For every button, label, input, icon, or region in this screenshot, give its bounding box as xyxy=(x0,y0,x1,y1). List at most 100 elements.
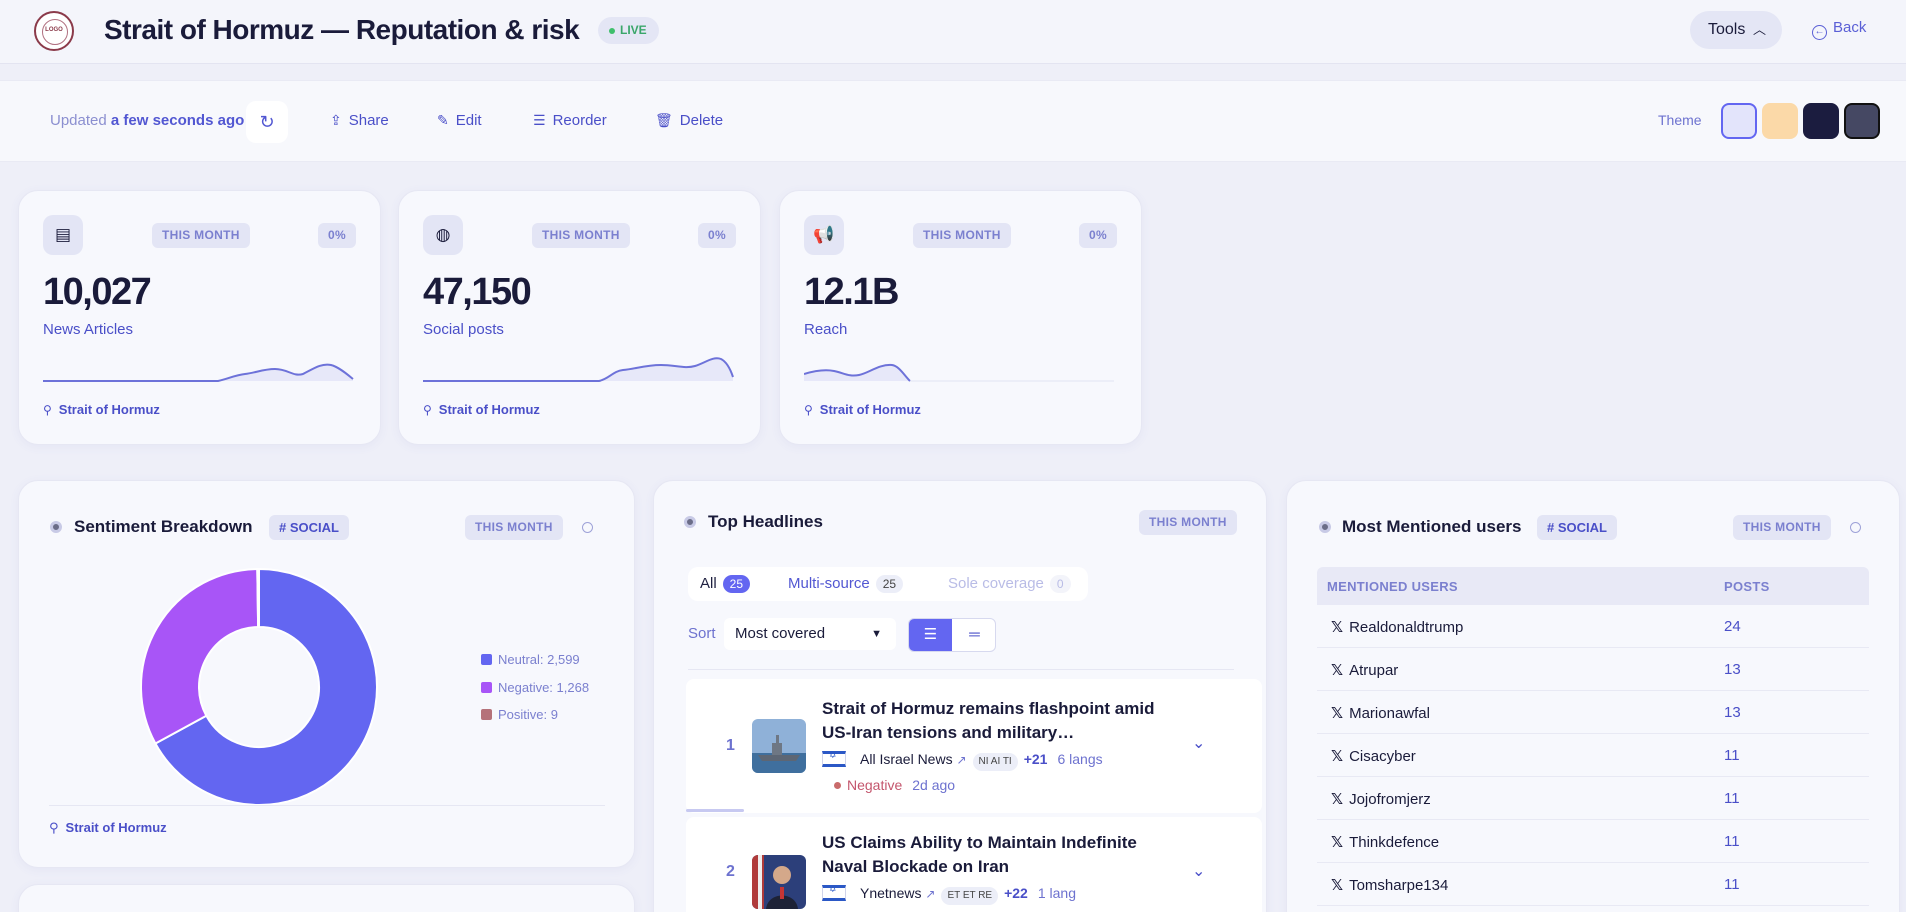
drag-handle-icon[interactable] xyxy=(1319,521,1331,533)
table-row[interactable]: 𝕏 Atrupar 13 xyxy=(1317,648,1869,691)
more-sources-count[interactable]: +22 xyxy=(1004,885,1028,901)
card-title: Top Headlines xyxy=(708,512,823,531)
drag-handle-icon[interactable] xyxy=(684,516,696,528)
column-header-users[interactable]: MENTIONED USERS xyxy=(1327,579,1458,594)
user-name: 𝕏 Jojofromjerz xyxy=(1331,790,1431,808)
languages-count: 6 langs xyxy=(1057,751,1103,767)
refresh-button[interactable]: ↻ xyxy=(246,101,288,143)
user-name: 𝕏 Marionawfal xyxy=(1331,704,1430,722)
headline-item[interactable]: 1 Strait of Hormuz remains flashpoint am… xyxy=(686,679,1262,813)
divider xyxy=(49,805,605,806)
legend-swatch xyxy=(481,709,492,720)
sort-value: Most covered xyxy=(735,625,826,642)
expand-chevron-icon[interactable]: ⌄ xyxy=(1192,861,1205,881)
headline-item[interactable]: 2 US Claims Ability to Maintain Indefini… xyxy=(686,817,1262,912)
tools-button[interactable]: Tools ︿ xyxy=(1690,11,1782,49)
x-logo-icon: 𝕏 xyxy=(1331,834,1344,851)
table-row[interactable]: 𝕏 Jojofromjerz 11 xyxy=(1317,777,1869,820)
info-icon[interactable] xyxy=(1850,522,1861,533)
theme-swatch-navy[interactable] xyxy=(1803,103,1839,139)
user-name: 𝕏 Tomsharpe134 xyxy=(1331,876,1448,894)
user-handle: Atrupar xyxy=(1349,662,1399,679)
tab-label: Sole coverage xyxy=(948,575,1044,592)
caret-down-icon: ▼ xyxy=(871,628,882,640)
compact-view-button[interactable]: ═ xyxy=(953,619,995,651)
more-sources-count[interactable]: +21 xyxy=(1024,751,1048,767)
change-badge: 0% xyxy=(698,223,736,248)
query-link[interactable]: ⚲ Strait of Hormuz xyxy=(804,402,921,417)
tab-sole-coverage[interactable]: Sole coverage 0 xyxy=(948,567,1071,601)
column-header-posts[interactable]: POSTS xyxy=(1724,579,1770,594)
back-button[interactable]: ← Back xyxy=(1812,19,1866,40)
sparkline xyxy=(43,363,354,382)
info-icon[interactable] xyxy=(582,522,593,533)
social-tag: # SOCIAL xyxy=(1537,515,1617,540)
logo-text: LOGO xyxy=(45,27,63,33)
live-badge: LIVE xyxy=(598,17,659,44)
edit-button[interactable]: ✎ Edit xyxy=(437,112,482,129)
tab-all[interactable]: All 25 xyxy=(700,567,751,601)
user-name: 𝕏 Atrupar xyxy=(1331,661,1398,679)
source-link[interactable]: All Israel News xyxy=(860,751,953,767)
period-badge: THIS MONTH xyxy=(913,223,1011,248)
next-card xyxy=(18,884,635,912)
theme-swatch-slate[interactable] xyxy=(1844,103,1880,139)
table-row[interactable]: 𝕏 Realdonaldtrump 24 xyxy=(1317,605,1869,648)
theme-swatch-lavender[interactable] xyxy=(1721,103,1757,139)
list-view-button[interactable]: ☰ xyxy=(909,619,952,651)
external-link-icon[interactable]: ↗ xyxy=(925,887,935,901)
query-link[interactable]: ⚲ Strait of Hormuz xyxy=(43,402,160,417)
table-header: MENTIONED USERS POSTS xyxy=(1317,567,1869,605)
headline-thumbnail xyxy=(752,855,806,909)
table-row[interactable]: 𝕏 Cisacyber 11 xyxy=(1317,734,1869,777)
search-icon: ⚲ xyxy=(49,820,59,835)
drag-handle-icon[interactable] xyxy=(50,521,62,533)
top-bar: LOGO Strait of Hormuz — Reputation & ris… xyxy=(0,0,1906,64)
expand-chevron-icon[interactable]: ⌄ xyxy=(1192,733,1205,753)
user-name: 𝕏 Realdonaldtrump xyxy=(1331,618,1463,636)
query-label: Strait of Hormuz xyxy=(58,402,160,417)
user-handle: Thinkdefence xyxy=(1349,834,1440,851)
share-button[interactable]: ⇪ Share xyxy=(330,112,389,129)
query-link[interactable]: ⚲ Strait of Hormuz xyxy=(49,820,167,836)
x-logo-icon: 𝕏 xyxy=(1331,705,1344,722)
tab-count: 25 xyxy=(875,575,904,593)
arrow-left-icon: ← xyxy=(1812,25,1827,40)
donut-slice-negative[interactable] xyxy=(140,567,260,745)
tab-count: 25 xyxy=(722,575,751,593)
source-link[interactable]: Ynetnews xyxy=(860,885,921,901)
tab-multi-source[interactable]: Multi-source 25 xyxy=(788,567,904,601)
view-toggle: ☰ ═ xyxy=(908,618,996,652)
stat-value: 10,027 xyxy=(43,271,152,313)
source-logos: NI AI TI xyxy=(972,753,1018,771)
table-row[interactable]: 𝕏 Tomsharpe134 11 xyxy=(1317,863,1869,906)
query-label: Strait of Hormuz xyxy=(65,820,167,835)
external-link-icon[interactable]: ↗ xyxy=(956,753,966,767)
query-link[interactable]: ⚲ Strait of Hormuz xyxy=(423,402,540,417)
reorder-icon: ☰ xyxy=(533,112,546,128)
stat-card-social: ◍ THIS MONTH 0% 47,150 Social posts ⚲ Str… xyxy=(398,190,761,445)
sentiment-badge: Negative xyxy=(834,777,902,793)
theme-swatch-peach[interactable] xyxy=(1762,103,1798,139)
israel-flag-icon xyxy=(822,884,846,901)
warship-image xyxy=(752,719,806,773)
speaker-photo xyxy=(752,855,806,909)
stat-value: 47,150 xyxy=(423,271,532,313)
legend-swatch xyxy=(481,682,492,693)
sort-select[interactable]: Most covered ▼ xyxy=(724,618,896,650)
delete-button[interactable]: 🗑 Delete xyxy=(655,112,723,129)
reorder-button[interactable]: ☰ Reorder xyxy=(533,112,607,129)
organization-logo[interactable]: LOGO xyxy=(34,11,74,51)
stat-value: 12.1B xyxy=(804,271,899,313)
user-posts: 13 xyxy=(1724,661,1741,678)
user-name: 𝕏 Cisacyber xyxy=(1331,747,1416,765)
table-row[interactable]: 𝕏 Thinkdefence 11 xyxy=(1317,820,1869,863)
share-icon: ⇪ xyxy=(330,112,342,128)
headline-title[interactable]: Strait of Hormuz remains flashpoint amid… xyxy=(822,697,1172,745)
tab-label: Multi-source xyxy=(788,575,870,592)
headline-title[interactable]: US Claims Ability to Maintain Indefinite… xyxy=(822,831,1172,879)
search-icon: ⚲ xyxy=(804,403,813,417)
headline-sentiment-row: Negative 2d ago xyxy=(834,777,955,793)
donut-slice-positive[interactable] xyxy=(256,567,260,629)
table-row[interactable]: 𝕏 Marionawfal 13 xyxy=(1317,691,1869,734)
